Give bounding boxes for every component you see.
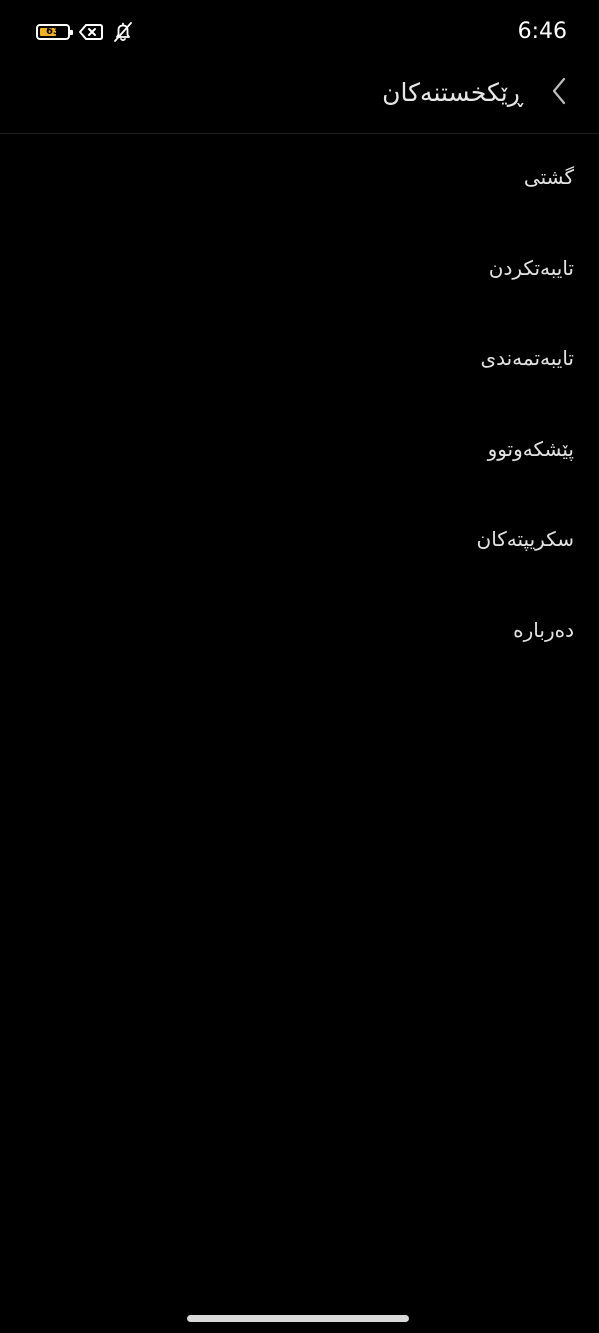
no-sim-icon [79, 23, 103, 41]
battery-tip [70, 30, 73, 35]
menu-item-label: گشتی [523, 165, 574, 189]
menu-item-advanced[interactable]: پێشکەوتوو [0, 406, 599, 497]
status-icons: 63 [36, 20, 134, 44]
status-time: 6:46 [517, 19, 567, 44]
battery-icon: 63 [36, 24, 73, 40]
menu-item-label: دەربارە [513, 617, 574, 642]
menu-item-features[interactable]: تایبەتمەندی [0, 315, 599, 406]
home-indicator[interactable] [187, 1315, 409, 1322]
app-header: ڕێکخستنەکان [0, 64, 599, 134]
menu-item-label: پێشکەوتوو [487, 436, 574, 461]
battery-level: 63 [46, 26, 60, 37]
page-title: ڕێکخستنەکان [382, 78, 523, 107]
back-button[interactable] [547, 77, 571, 109]
menu-item-label: تایبەتکردن [488, 255, 574, 280]
menu-item-customization[interactable]: تایبەتکردن [0, 225, 599, 316]
settings-menu: گشتی تایبەتکردن تایبەتمەندی پێشکەوتوو سک… [0, 134, 599, 678]
chevron-left-icon [551, 77, 567, 109]
status-bar: 63 6:46 [0, 0, 599, 64]
menu-item-label: سکریپتەکان [476, 527, 575, 552]
menu-item-scripts[interactable]: سکریپتەکان [0, 496, 599, 587]
menu-item-general[interactable]: گشتی [0, 134, 599, 225]
menu-item-label: تایبەتمەندی [480, 346, 574, 371]
menu-item-about[interactable]: دەربارە [0, 587, 599, 678]
notifications-off-icon [112, 21, 134, 43]
